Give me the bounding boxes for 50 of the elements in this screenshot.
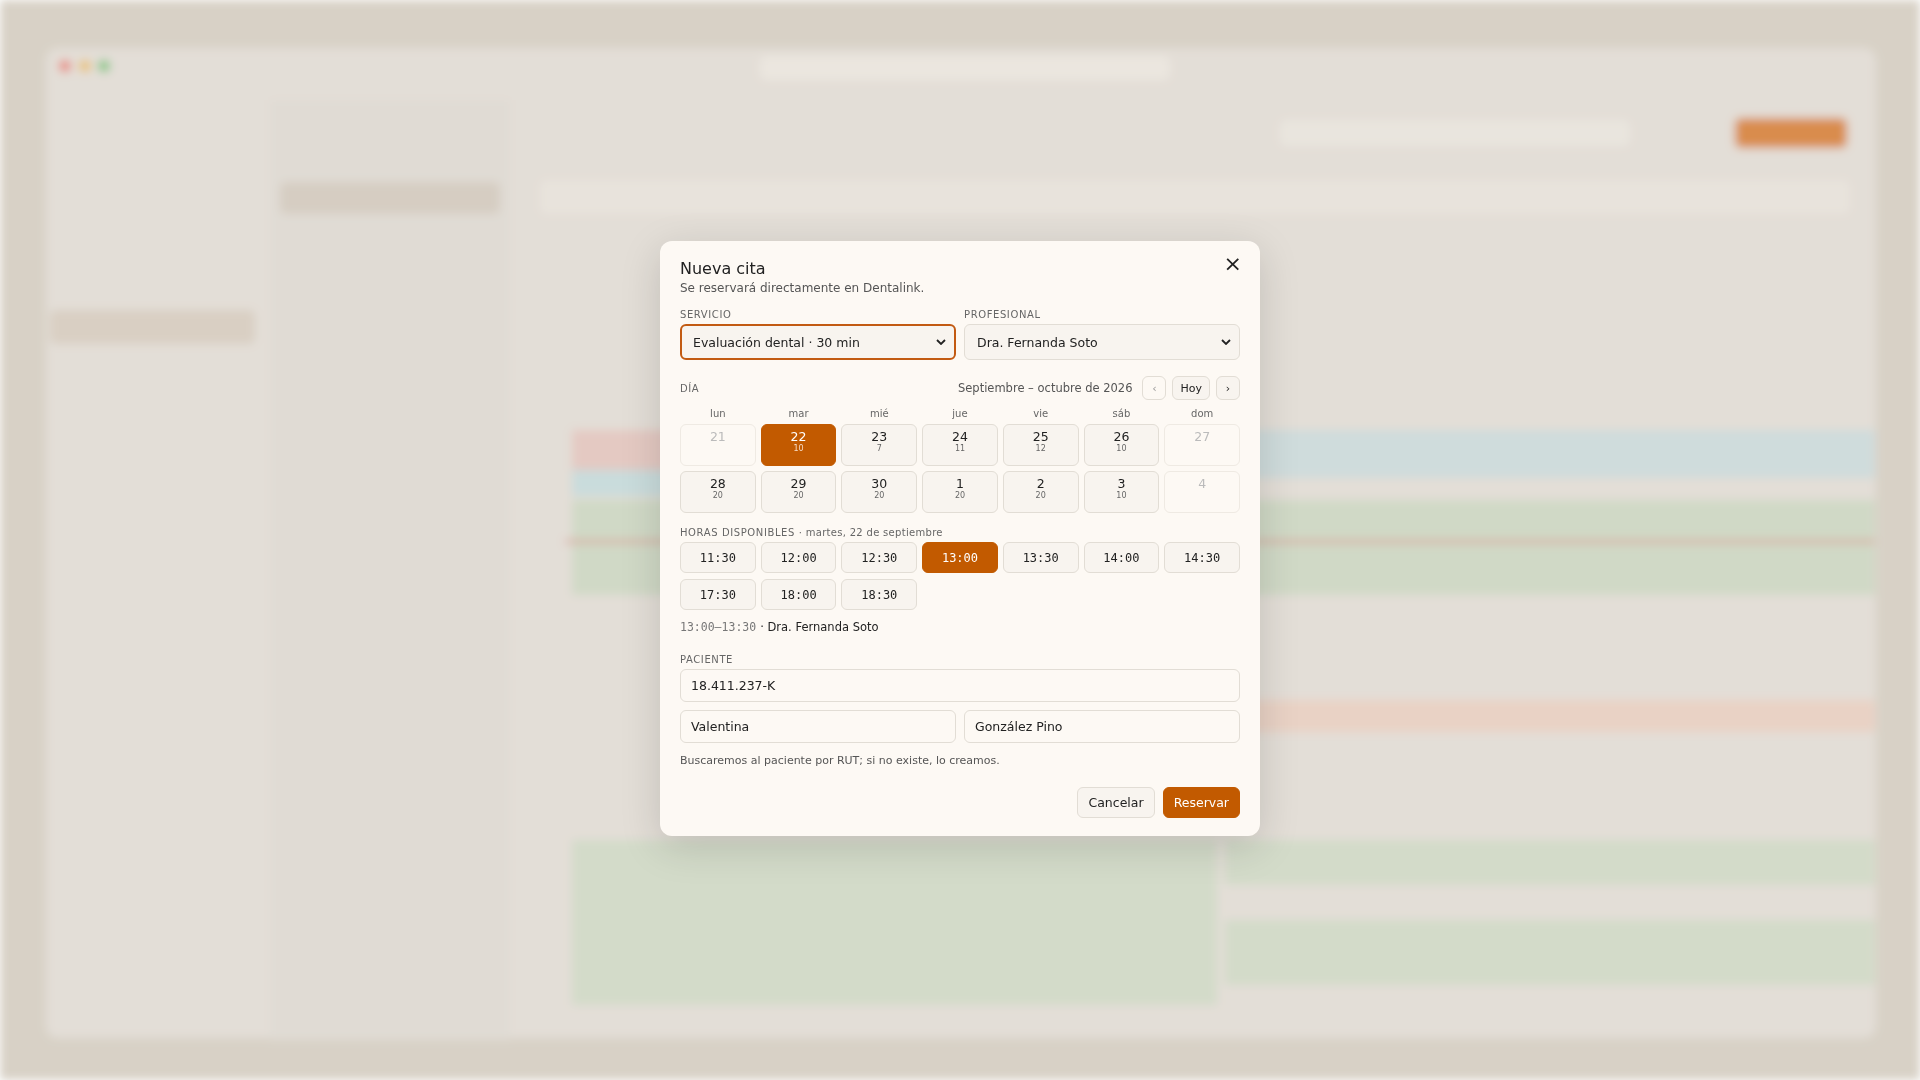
time-slot-button[interactable]: 14:00 (1083, 542, 1160, 573)
weekday-label: mié (868, 408, 890, 419)
chevron-down-icon (1221, 339, 1231, 345)
time-slot-button[interactable]: 13:30 (1002, 542, 1079, 573)
day-button[interactable]: 24 11 (922, 424, 998, 466)
day-button[interactable]: 29 20 (760, 471, 837, 513)
next-button[interactable]: › (1216, 376, 1240, 400)
day-button[interactable]: 25 12 (1002, 424, 1079, 466)
weekday-label: dom (1190, 408, 1215, 419)
field-label: SERVICIO (680, 309, 733, 320)
time-slot-button[interactable]: 12:30 (841, 542, 918, 573)
month-range: Septiembre – octubre de 2026 (957, 381, 1133, 395)
time-slot-button[interactable]: 18:30 (841, 579, 918, 610)
day-button[interactable]: 1 20 (922, 471, 998, 513)
weekday-label: vie (1032, 408, 1050, 419)
field-label: PROFESIONAL (964, 309, 1042, 320)
professional-select[interactable]: Dra. Fernanda Soto (964, 324, 1240, 360)
cancel-button[interactable]: Cancelar (1077, 787, 1155, 818)
service-select[interactable]: Evaluación dental · 30 min (680, 324, 956, 360)
today-button[interactable]: Hoy (1172, 376, 1210, 400)
time-slot-button[interactable]: 18:00 (760, 579, 837, 610)
dialog-subtitle: Se reservará directamente en Dentalink. (680, 281, 926, 295)
summary-professional: · Dra. Fernanda Soto (760, 620, 879, 634)
time-slot-button[interactable]: 17:30 (680, 579, 756, 610)
day-button[interactable]: 22 10 (760, 424, 837, 466)
field-label: DÍA (680, 382, 701, 394)
day-button[interactable]: 30 20 (841, 471, 918, 513)
last-name-input-field[interactable]: González Pino (964, 710, 1240, 743)
day-button[interactable]: 3 10 (1083, 471, 1160, 513)
time-slot-button[interactable]: 13:00 (922, 542, 998, 573)
time-slot-button[interactable]: 12:00 (760, 542, 837, 573)
weekday-label: sáb (1111, 408, 1132, 419)
patient-hint: Buscaremos al paciente por RUT; si no existe, lo creamos. (680, 754, 1001, 767)
summary-time: 13:00–13:30 (680, 620, 757, 634)
reserve-button[interactable]: Reservar (1162, 787, 1240, 818)
first-name-input-field[interactable]: Valentina (680, 710, 956, 743)
day-button[interactable]: 2 20 (1002, 471, 1079, 513)
dialog-title: Nueva cita (680, 259, 766, 278)
time-slot-button[interactable]: 11:30 (680, 542, 756, 573)
day-button[interactable]: 23 7 (841, 424, 918, 466)
day-button[interactable]: 28 20 (680, 471, 756, 513)
day-button[interactable]: 26 10 (1083, 424, 1160, 466)
times-label: HORAS DISPONIBLES · martes, 22 de septiembre (680, 527, 944, 538)
chevron-down-icon (936, 339, 946, 345)
weekday-label: jue (951, 408, 969, 419)
weekday-label: lun (709, 408, 727, 419)
time-slot-button[interactable]: 14:30 (1164, 542, 1240, 573)
field-label: PACIENTE (680, 654, 734, 665)
rut-input-field[interactable]: 18.411.237-K (680, 669, 1240, 702)
weekday-label: mar (787, 408, 810, 419)
